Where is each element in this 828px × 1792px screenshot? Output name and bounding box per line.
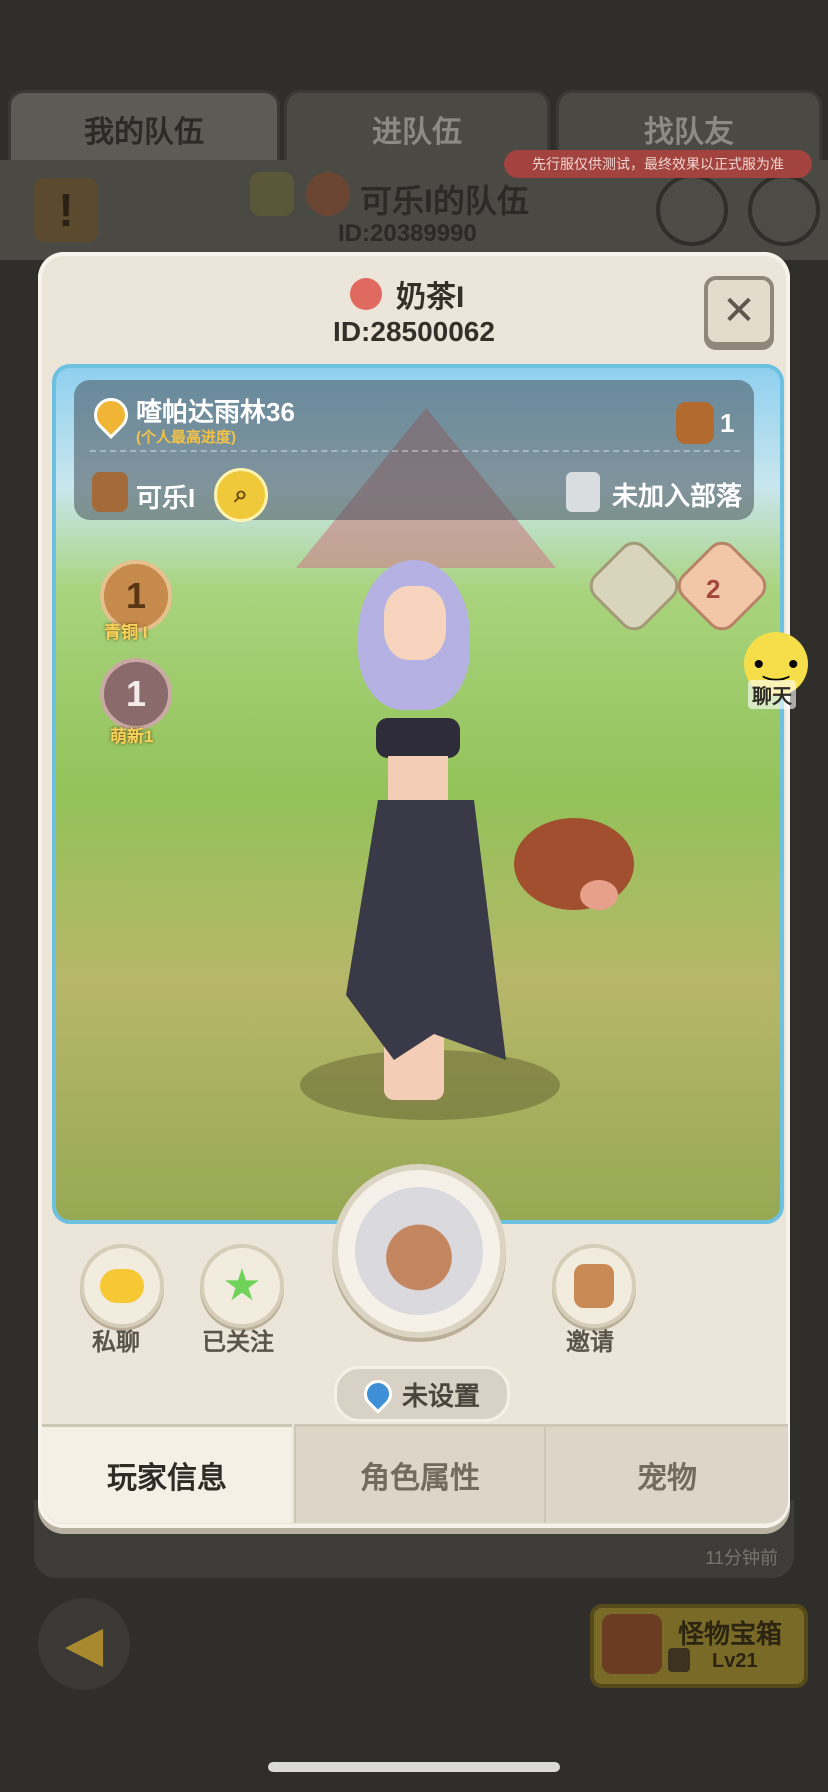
team-badge-icon <box>250 172 294 216</box>
search-icon: ⌕ <box>234 481 248 508</box>
tab-player-info[interactable]: 玩家信息 <box>42 1424 292 1523</box>
chat-bubble-icon <box>100 1269 144 1303</box>
lock-icon <box>668 1648 690 1672</box>
invite-label: 邀请 <box>566 1329 614 1356</box>
boar-chest-icon <box>602 1614 662 1674</box>
chest-level: Lv21 <box>712 1650 758 1672</box>
location-pin-icon <box>358 1374 398 1414</box>
boar-snout <box>580 880 618 910</box>
panel-divider <box>90 450 740 452</box>
test-server-notice: 先行服仅供测试，最终效果以正式服为准 <box>504 150 812 178</box>
close-icon: ✕ <box>722 289 756 333</box>
tab-label: 我的队伍 <box>84 116 204 149</box>
tribe-status: 未加入部落 <box>612 481 743 511</box>
tab-label: 角色属性 <box>360 1462 480 1495</box>
settings-gear-icon[interactable] <box>656 174 728 246</box>
player-name: 奶茶I <box>396 281 465 314</box>
character-face <box>384 586 446 660</box>
location-setting-pill[interactable]: 未设置 <box>334 1366 510 1422</box>
location-status: 未设置 <box>401 1380 480 1411</box>
chat-bubble-icon: •‿• <box>753 647 799 681</box>
invite-button[interactable] <box>552 1244 636 1328</box>
location-note: (个人最高进度) <box>136 429 236 446</box>
meat-icon <box>350 278 382 310</box>
list-timestamp: 11分钟前 <box>705 1548 778 1568</box>
friend-avatar-icon <box>92 472 128 512</box>
tab-label: 找队友 <box>644 116 734 149</box>
tab-character-stats[interactable]: 角色属性 <box>294 1424 544 1523</box>
close-button[interactable]: ✕ <box>704 276 774 346</box>
add-friend-icon <box>574 1264 614 1308</box>
follow-button[interactable]: ★ <box>200 1244 284 1328</box>
friend-heart-icon <box>676 402 714 444</box>
friend-count: 1 <box>720 408 735 438</box>
badge-level: 2 <box>706 574 721 604</box>
back-arrow-icon[interactable]: ◀ <box>38 1598 130 1690</box>
rank-number: 1 <box>125 673 147 714</box>
chat-float-label: 聊天 <box>748 680 796 709</box>
rank-number: 1 <box>125 575 147 616</box>
player-name-row: 奶茶I <box>350 272 464 316</box>
home-indicator[interactable] <box>268 1762 560 1772</box>
quest-icon[interactable]: ! <box>34 178 98 242</box>
private-chat-button[interactable] <box>80 1244 164 1328</box>
team-menu-icon[interactable] <box>748 174 820 246</box>
newbie-rank-badge: 1 <box>100 658 172 730</box>
friend-name: 可乐I <box>136 483 196 513</box>
character-top <box>376 718 460 758</box>
followed-label: 已关注 <box>202 1329 274 1356</box>
search-button[interactable]: ⌕ <box>214 468 268 522</box>
rank-label: 青铜 I <box>104 623 148 642</box>
team-id: ID:20389990 <box>338 220 477 247</box>
avatar-portrait <box>355 1187 483 1315</box>
star-icon: ★ <box>222 1261 262 1310</box>
team-avatar-icon <box>306 172 350 216</box>
tab-my-team[interactable]: 我的队伍 <box>8 90 280 168</box>
tab-label: 玩家信息 <box>107 1462 227 1495</box>
tribe-flag-icon <box>566 472 600 512</box>
tab-label: 宠物 <box>637 1462 697 1495</box>
chest-title: 怪物宝箱 <box>678 1619 783 1649</box>
rank-label: 萌新1 <box>110 727 154 746</box>
private-chat-label: 私聊 <box>92 1329 140 1356</box>
player-avatar[interactable] <box>332 1164 506 1338</box>
location-name: 喳帕达雨林36 <box>136 397 295 427</box>
tab-pets[interactable]: 宠物 <box>544 1424 788 1523</box>
monster-chest-button[interactable]: 怪物宝箱 Lv21 <box>590 1604 808 1688</box>
team-name: 可乐I的队伍 <box>360 183 529 219</box>
tab-label: 进队伍 <box>372 116 462 149</box>
